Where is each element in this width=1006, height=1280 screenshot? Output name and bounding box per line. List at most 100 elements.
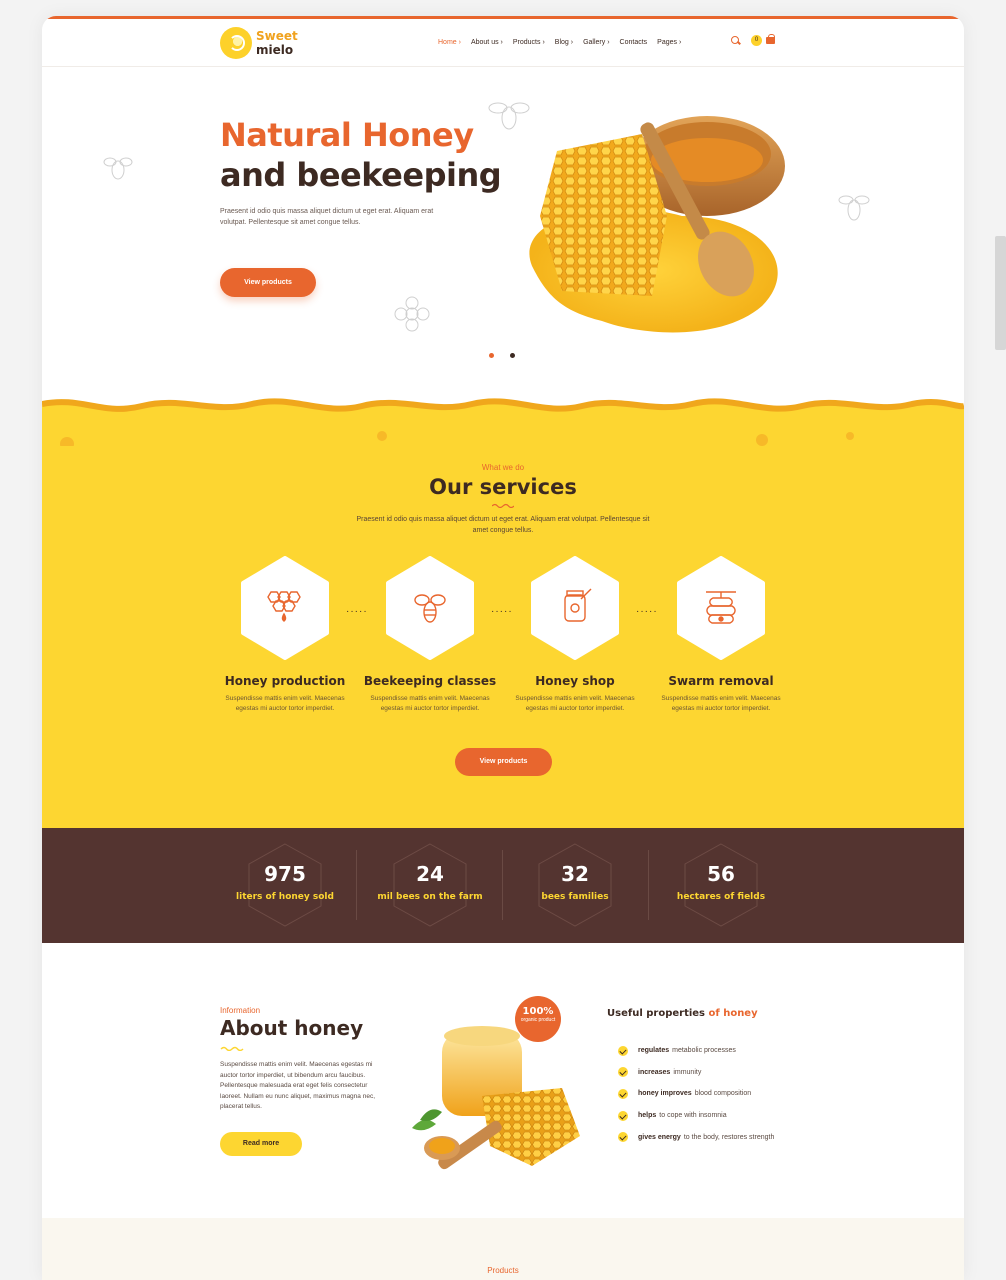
property-item: increases immunity [618,1062,774,1084]
stats-section: 975 liters of honey sold 24 mil bees on … [42,828,964,943]
properties-title-highlight: of honey [708,1008,758,1019]
property-item: regulates metabolic processes [618,1040,774,1062]
property-bold: increases [638,1068,671,1076]
read-more-button[interactable]: Read more [220,1132,302,1156]
stat-value: 975 [264,862,306,886]
stat-value: 32 [561,862,589,886]
service-hexagon [531,556,619,660]
header-icons: 0 [730,34,775,46]
service-text: Suspendisse mattis enim velit. Maecenas … [225,695,345,712]
nav-blog[interactable]: Blog › [555,39,573,46]
property-rest: to the body, restores strength [683,1133,775,1141]
nav-pages[interactable]: Pages › [657,39,681,46]
hero-slider-dots [489,353,515,358]
title-wave-divider [220,1046,244,1051]
property-bold: gives energy [638,1133,681,1141]
logo-line-1: Sweet [256,29,298,43]
bee-doodle-icon [103,157,133,180]
hero-text: Praesent id odio quis massa aliquet dict… [220,208,434,226]
nav-about[interactable]: About us › [471,39,503,46]
bee-doodle-icon [838,195,870,221]
about-title: About honey [220,1016,364,1040]
stat-label: mil bees on the farm [377,892,483,902]
stat-label: hectares of fields [676,892,766,902]
service-card[interactable]: Honey shop Suspendisse mattis enim velit… [502,556,648,714]
products-eyebrow: Products [487,1266,519,1275]
service-card[interactable]: Honey production Suspendisse mattis enim… [212,556,358,714]
organic-text: organic product [520,1017,556,1023]
service-title: Swarm removal [668,674,774,688]
page: Sweet mielo Home › About us › Products ›… [42,16,964,1280]
title-wave-divider [492,503,514,508]
service-title: Honey production [224,674,346,688]
property-item: honey improves blood composition [618,1083,774,1105]
organic-badge: 100% organic product [515,996,561,1042]
property-item: gives energy to the body, restores streng… [618,1126,774,1148]
cart-count-badge: 0 [751,35,762,46]
honey-hero-image [529,116,785,333]
logo-text: Sweet mielo [256,29,298,57]
honey-drip-divider [42,398,964,446]
service-card[interactable]: Beekeeping classes Suspendisse mattis en… [357,556,503,714]
site-header: Sweet mielo Home › About us › Products ›… [42,19,964,67]
service-text: Suspendisse mattis enim velit. Maecenas … [370,695,490,712]
cart-icon[interactable] [766,34,775,44]
service-hexagon [677,556,765,660]
slider-dot-1[interactable] [489,353,494,358]
flower-doodle-icon [394,296,430,332]
check-icon [618,1088,628,1099]
check-icon [618,1067,628,1078]
service-card[interactable]: Swarm removal Suspendisse mattis enim ve… [648,556,794,714]
main-nav: Home › About us › Products › Blog › Gall… [438,39,681,46]
property-bold: honey improves [638,1090,692,1098]
service-text: Suspendisse mattis enim velit. Maecenas … [661,695,781,712]
service-hexagon [241,556,329,660]
honey-jar-image [412,1026,580,1170]
organic-percent: 100% [522,1006,554,1017]
nav-contacts[interactable]: Contacts [620,39,648,46]
logo-line-2: mielo [256,43,294,57]
property-bold: regulates [638,1047,670,1055]
property-rest: immunity [673,1068,702,1076]
nav-gallery[interactable]: Gallery › [583,39,609,46]
properties-list: regulates metabolic processes increases im… [618,1040,774,1148]
properties-title-plain: Useful properties [607,1008,706,1019]
scrollbar-thumb[interactable] [995,236,1006,350]
stat-item: 975 liters of honey sold [212,828,358,943]
hero-title-line-2: and beekeeping [220,156,502,194]
check-icon [618,1132,628,1143]
logo[interactable]: Sweet mielo [220,27,298,59]
services-eyebrow: What we do [481,463,525,472]
stat-value: 56 [707,862,735,886]
property-rest: metabolic processes [672,1047,736,1055]
search-icon[interactable] [730,35,741,46]
check-icon [618,1110,628,1121]
stat-value: 24 [416,862,444,886]
property-rest: blood composition [694,1090,752,1098]
about-eyebrow: Information [220,1006,261,1015]
nav-products[interactable]: Products › [513,39,545,46]
stat-item: 56 hectares of fields [648,828,794,943]
services-text: Praesent id odio quis massa aliquet dict… [356,516,650,534]
about-text: Suspendisse mattis enim velit. Maecenas … [220,1061,375,1110]
services-title: Our services [429,475,577,499]
stat-label: bees families [541,892,609,902]
property-bold: helps [638,1112,657,1120]
service-text: Suspendisse mattis enim velit. Maecenas … [515,695,635,712]
properties-title: Useful properties of honey [607,1008,758,1019]
service-title: Honey shop [535,674,615,688]
slider-dot-2[interactable] [510,353,515,358]
property-rest: to cope with insomnia [659,1112,727,1120]
service-title: Beekeeping classes [363,674,497,688]
check-icon [618,1045,628,1056]
nav-home[interactable]: Home › [438,39,461,46]
service-hexagon [386,556,474,660]
property-item: helps to cope with insomnia [618,1105,774,1127]
hero-view-products-button[interactable]: View products [220,268,316,297]
stat-item: 32 bees families [502,828,648,943]
services-view-products-button[interactable]: View products [455,748,552,776]
stat-label: liters of honey sold [236,892,334,902]
stat-item: 24 mil bees on the farm [357,828,503,943]
logo-mark-icon [220,27,252,59]
hero-title-line-1: Natural Honey [220,116,474,154]
